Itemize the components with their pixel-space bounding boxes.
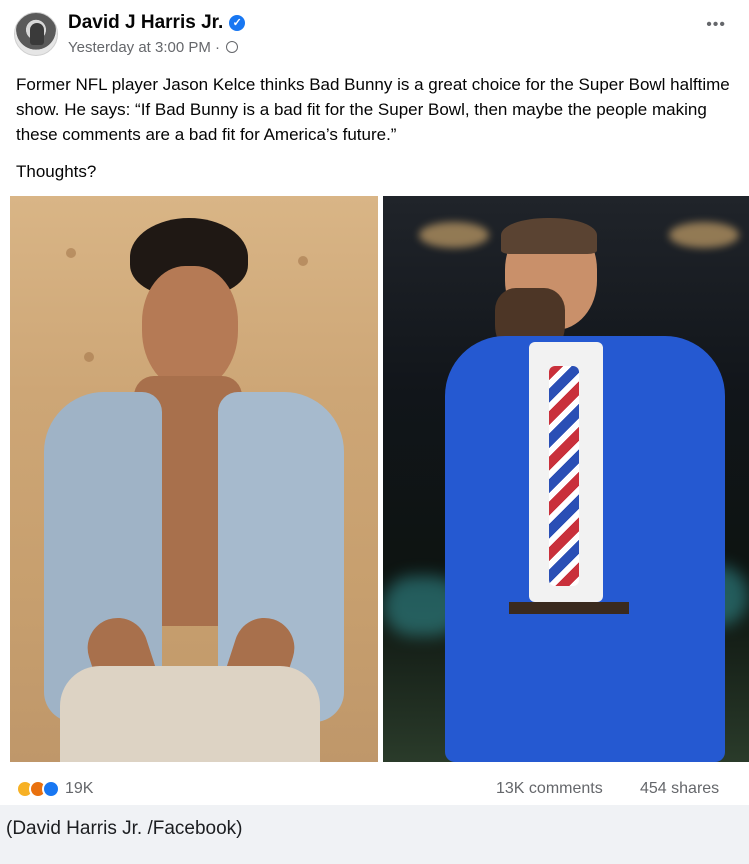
stadium-light: [419, 222, 489, 248]
wood-knot: [84, 352, 94, 362]
like-icon: [42, 780, 60, 798]
wood-knot: [66, 248, 76, 258]
author-name[interactable]: David J Harris Jr.: [68, 12, 223, 33]
reaction-count[interactable]: 19K: [65, 780, 93, 798]
facebook-post: David J Harris Jr. ✓ Yesterday at 3:00 PM…: [0, 0, 749, 805]
hair-shape: [501, 218, 597, 254]
post-question: Thoughts?: [16, 162, 97, 181]
striped-tie-shape: [549, 366, 579, 586]
post-photo-right[interactable]: [383, 196, 749, 762]
meta-separator: ·: [215, 39, 221, 56]
engagement-bar: 19K 13K comments 454 shares: [0, 772, 749, 802]
post-header: David J Harris Jr. ✓ Yesterday at 3:00 PM…: [14, 8, 736, 60]
avatar-figure: [30, 23, 44, 45]
more-options-button[interactable]: •••: [706, 16, 726, 34]
stadium-light: [669, 222, 739, 248]
author-avatar[interactable]: [14, 12, 58, 56]
post-meta: Yesterday at 3:00 PM ·: [68, 39, 239, 56]
image-caption: (David Harris Jr. /Facebook): [6, 818, 243, 839]
post-body: Former NFL player Jason Kelce thinks Bad…: [16, 75, 730, 144]
shares-count[interactable]: 454 shares: [640, 780, 719, 798]
belt-shape: [509, 602, 629, 614]
comments-count[interactable]: 13K comments: [496, 780, 603, 798]
pants-shape: [60, 666, 320, 762]
face-shape: [142, 266, 238, 390]
post-photo-left[interactable]: [10, 196, 378, 762]
verified-badge-icon: ✓: [229, 15, 246, 31]
public-globe-icon: [226, 41, 239, 53]
wood-knot: [298, 256, 308, 266]
author-name-row: David J Harris Jr. ✓: [68, 12, 246, 34]
post-timestamp[interactable]: Yesterday at 3:00 PM: [68, 39, 211, 56]
